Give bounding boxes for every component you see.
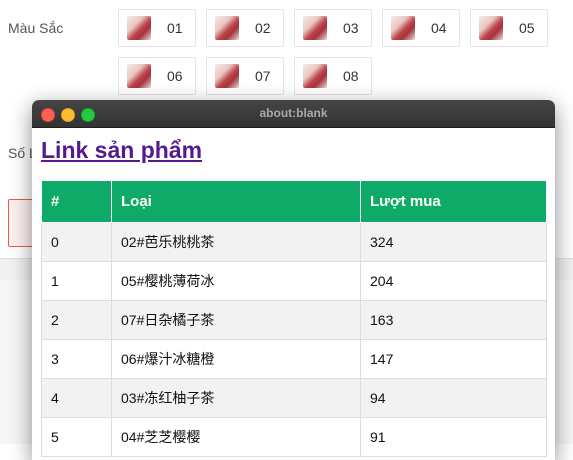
swatch-number: 05 [519,20,535,36]
popup-window: about:blank Link sản phẩm # Loại Lượt mu… [32,100,555,460]
swatch-number: 06 [167,68,183,84]
cell-type: 07#日杂橘子茶 [111,300,361,340]
swatch-thumbnail [303,64,327,88]
column-header-type: Loại [111,180,361,223]
cell-type: 03#冻红柚子茶 [111,378,361,418]
swatch-number: 04 [431,20,447,36]
swatch-thumbnail [215,64,239,88]
table-header-row: # Loại Lượt mua [41,180,547,223]
window-content: Link sản phẩm # Loại Lượt mua 0 02#芭乐桃桃茶… [32,128,555,460]
cell-purchases: 163 [360,300,547,340]
cell-purchases: 91 [360,417,547,457]
cell-type: 05#樱桃薄荷冰 [111,261,361,301]
color-swatch-02[interactable]: 02 [206,9,284,47]
cell-index: 1 [41,261,112,301]
color-swatch-01[interactable]: 01 [118,9,196,47]
cell-index: 0 [41,222,112,262]
cell-index: 4 [41,378,112,418]
swatch-thumbnail [127,64,151,88]
swatch-thumbnail [127,16,151,40]
swatch-thumbnail [479,16,503,40]
table-row: 3 06#爆汁冰糖橙 147 [41,339,547,379]
swatch-thumbnail [303,16,327,40]
color-swatch-04[interactable]: 04 [382,9,460,47]
swatch-number: 07 [255,68,271,84]
cell-purchases: 324 [360,222,547,262]
color-swatch-07[interactable]: 07 [206,57,284,95]
product-link[interactable]: Link sản phẩm [41,137,202,164]
window-title: about:blank [259,106,328,120]
swatch-number: 02 [255,20,271,36]
table-row: 1 05#樱桃薄荷冰 204 [41,261,547,301]
cell-purchases: 94 [360,378,547,418]
purchase-table: # Loại Lượt mua 0 02#芭乐桃桃茶 324 1 05#樱桃薄荷… [41,180,547,457]
column-header-purchases: Lượt mua [360,180,547,223]
color-swatch-05[interactable]: 05 [470,9,548,47]
color-swatch-06[interactable]: 06 [118,57,196,95]
cell-purchases: 204 [360,261,547,301]
window-titlebar[interactable]: about:blank [32,100,555,128]
color-swatch-03[interactable]: 03 [294,9,372,47]
cell-type: 04#芝芝樱樱 [111,417,361,457]
column-header-index: # [41,180,112,223]
color-swatch-08[interactable]: 08 [294,57,372,95]
cell-type: 06#爆汁冰糖橙 [111,339,361,379]
table-row: 4 03#冻红柚子茶 94 [41,378,547,418]
swatch-number: 03 [343,20,359,36]
cell-index: 3 [41,339,112,379]
table-row: 0 02#芭乐桃桃茶 324 [41,222,547,262]
cell-type: 02#芭乐桃桃茶 [111,222,361,262]
color-label: Màu Sắc [8,20,64,36]
cell-index: 2 [41,300,112,340]
swatch-number: 08 [343,68,359,84]
swatch-thumbnail [391,16,415,40]
cell-index: 5 [41,417,112,457]
cell-purchases: 147 [360,339,547,379]
table-row: 5 04#芝芝樱樱 91 [41,417,547,457]
swatch-thumbnail [215,16,239,40]
swatch-number: 01 [167,20,183,36]
table-row: 2 07#日杂橘子茶 163 [41,300,547,340]
